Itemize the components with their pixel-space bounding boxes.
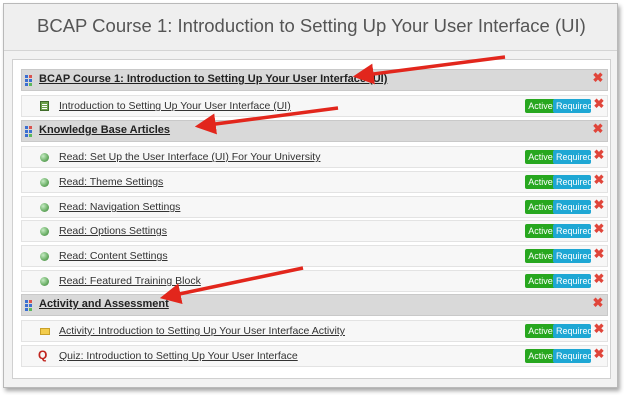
list-item: Q Quiz: Introduction to Setting Up Your … xyxy=(21,345,608,367)
required-badge[interactable]: Required xyxy=(553,99,593,113)
required-badge[interactable]: Required xyxy=(553,324,593,338)
list-item: Read: Featured Training Block Active Req… xyxy=(21,270,608,292)
remove-item-icon[interactable]: ✖ xyxy=(593,173,605,186)
item-link[interactable]: Read: Navigation Settings xyxy=(59,201,180,213)
remove-item-icon[interactable]: ✖ xyxy=(593,272,605,285)
list-item: Activity: Introduction to Setting Up You… xyxy=(21,320,608,342)
required-badge[interactable]: Required xyxy=(553,175,593,189)
remove-item-icon[interactable]: ✖ xyxy=(593,148,605,161)
section-header-activity-assessment[interactable]: Activity and Assessment ✖ xyxy=(21,294,608,316)
green-dot-icon xyxy=(40,203,49,212)
remove-item-icon[interactable]: ✖ xyxy=(593,347,605,360)
required-badge[interactable]: Required xyxy=(553,200,593,214)
item-link[interactable]: Read: Featured Training Block xyxy=(59,275,201,287)
item-link[interactable]: Introduction to Setting Up Your User Int… xyxy=(59,100,291,112)
list-item: Read: Content Settings Active Required ✖ xyxy=(21,245,608,267)
active-badge[interactable]: Active xyxy=(525,200,556,214)
remove-item-icon[interactable]: ✖ xyxy=(593,97,605,110)
list-item: Read: Navigation Settings Active Require… xyxy=(21,196,608,218)
section-title[interactable]: Activity and Assessment xyxy=(39,298,169,310)
green-dot-icon xyxy=(40,252,49,261)
remove-item-icon[interactable]: ✖ xyxy=(593,247,605,260)
active-badge[interactable]: Active xyxy=(525,324,556,338)
green-dot-icon xyxy=(40,227,49,236)
remove-section-icon[interactable]: ✖ xyxy=(592,122,604,135)
active-badge[interactable]: Active xyxy=(525,175,556,189)
required-badge[interactable]: Required xyxy=(553,224,593,238)
active-badge[interactable]: Active xyxy=(525,349,556,363)
green-dot-icon xyxy=(40,277,49,286)
remove-section-icon[interactable]: ✖ xyxy=(592,296,604,309)
item-link[interactable]: Quiz: Introduction to Setting Up Your Us… xyxy=(59,350,298,362)
list-item: Introduction to Setting Up Your User Int… xyxy=(21,95,608,117)
required-badge[interactable]: Required xyxy=(553,249,593,263)
section-title[interactable]: BCAP Course 1: Introduction to Setting U… xyxy=(39,73,387,85)
list-item: Read: Options Settings Active Required ✖ xyxy=(21,220,608,242)
active-badge[interactable]: Active xyxy=(525,249,556,263)
green-dot-icon xyxy=(40,153,49,162)
active-badge[interactable]: Active xyxy=(525,224,556,238)
document-icon xyxy=(40,101,49,111)
module-grid-icon xyxy=(25,300,35,311)
item-link[interactable]: Read: Options Settings xyxy=(59,225,167,237)
module-grid-icon xyxy=(25,126,35,137)
required-badge[interactable]: Required xyxy=(553,274,593,288)
item-link[interactable]: Read: Theme Settings xyxy=(59,176,163,188)
item-link[interactable]: Read: Content Settings xyxy=(59,250,168,262)
course-structure-panel: BCAP Course 1: Introduction to Setting U… xyxy=(12,59,611,379)
active-badge[interactable]: Active xyxy=(525,99,556,113)
folder-icon xyxy=(40,328,50,335)
module-grid-icon xyxy=(25,75,35,86)
section-header-knowledge-base[interactable]: Knowledge Base Articles ✖ xyxy=(21,120,608,142)
required-badge[interactable]: Required xyxy=(553,349,593,363)
remove-item-icon[interactable]: ✖ xyxy=(593,222,605,235)
remove-item-icon[interactable]: ✖ xyxy=(593,198,605,211)
section-title[interactable]: Knowledge Base Articles xyxy=(39,124,170,136)
page-title: BCAP Course 1: Introduction to Setting U… xyxy=(37,15,586,36)
remove-item-icon[interactable]: ✖ xyxy=(593,322,605,335)
list-item: Read: Set Up the User Interface (UI) For… xyxy=(21,146,608,168)
green-dot-icon xyxy=(40,178,49,187)
active-badge[interactable]: Active xyxy=(525,150,556,164)
section-header-course-1[interactable]: BCAP Course 1: Introduction to Setting U… xyxy=(21,69,608,91)
active-badge[interactable]: Active xyxy=(525,274,556,288)
course-window: BCAP Course 1: Introduction to Setting U… xyxy=(3,3,618,388)
item-link[interactable]: Read: Set Up the User Interface (UI) For… xyxy=(59,151,320,163)
quiz-icon: Q xyxy=(38,348,48,362)
remove-section-icon[interactable]: ✖ xyxy=(592,71,604,84)
title-bar: BCAP Course 1: Introduction to Setting U… xyxy=(4,4,617,51)
list-item: Read: Theme Settings Active Required ✖ xyxy=(21,171,608,193)
item-link[interactable]: Activity: Introduction to Setting Up You… xyxy=(59,325,345,337)
required-badge[interactable]: Required xyxy=(553,150,593,164)
